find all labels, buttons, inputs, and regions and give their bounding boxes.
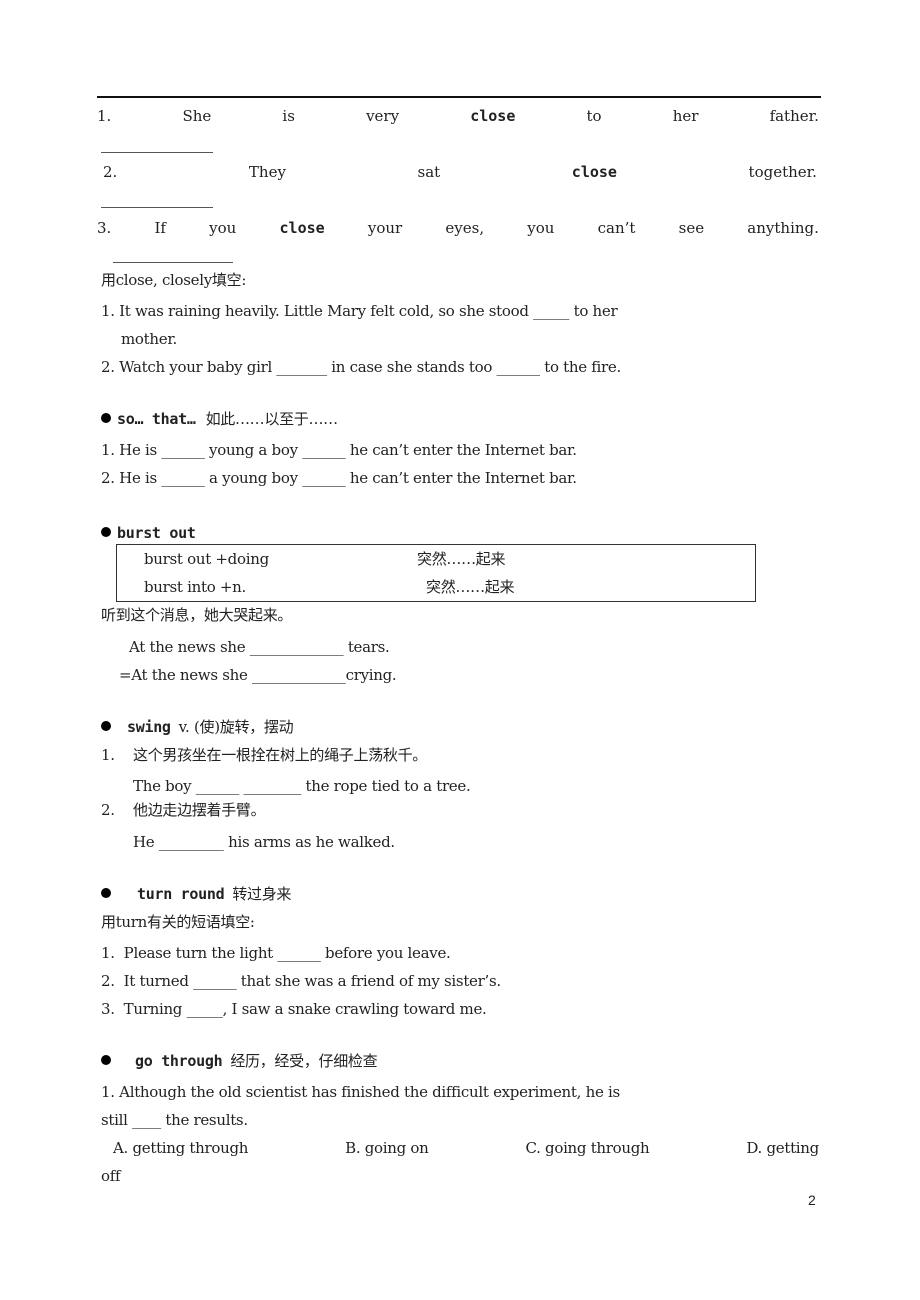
close-exercise-2: 2. Watch your baby girl _______ in case … [101, 358, 621, 376]
example-word: her [672, 107, 699, 125]
burst-table-meaning-2: 突然……起来 [426, 578, 515, 596]
example-word: They [248, 163, 286, 181]
turn-item-2: 2. It turned ______ that she was a frien… [101, 972, 501, 990]
option-a[interactable]: A. getting through [113, 1138, 248, 1158]
burst-out-heading: burst out [101, 523, 196, 543]
go-through-question-line2: still ____ the results. [101, 1111, 248, 1129]
swing-heading: swing v. (使)旋转，摆动 [101, 717, 294, 737]
example-word: father. [769, 107, 819, 125]
close-example-1: 1. She is very close to her father. [97, 106, 819, 126]
example-word: is [282, 107, 295, 125]
page-number: 2 [808, 1192, 816, 1208]
example-word: 1. [97, 107, 112, 125]
swing-item-1-cn: 这个男孩坐在一根拴在树上的绳子上荡秋千。 [133, 746, 428, 764]
burst-answer-2: =At the news she _____________crying. [119, 666, 397, 684]
example-word: eyes, [445, 219, 485, 237]
example-word: very [366, 107, 400, 125]
close-example-3: 3. If you close your eyes, you can’t see anything… [97, 218, 819, 238]
burst-table-phrase-1: burst out +doing [144, 550, 269, 568]
document-page: 1. She is very close to her father. 2. They sat cl… [0, 0, 920, 1300]
example-word: She [182, 107, 212, 125]
example-word: you [527, 219, 555, 237]
header-rule [97, 96, 821, 98]
turn-round-heading: turn round 转过身来 [101, 884, 291, 904]
so-that-heading: so… that… 如此……以至于…… [101, 409, 338, 429]
answer-blank [113, 262, 233, 263]
bullet-icon [101, 888, 111, 898]
example-word: sat [417, 163, 441, 181]
bullet-icon [101, 721, 111, 731]
swing-item-2-cn: 他边走边摆着手臂。 [133, 801, 266, 819]
swing-item-2-en: He _________ his arms as he walked. [133, 833, 395, 851]
swing-item-1-en: The boy ______ ________ the rope tied to… [133, 777, 471, 795]
go-through-options: A. getting through B. going on C. going … [113, 1138, 819, 1158]
bullet-icon [101, 413, 111, 423]
option-c[interactable]: C. going through [525, 1138, 649, 1158]
example-word: see [678, 219, 705, 237]
example-word: If [154, 219, 166, 237]
go-through-heading: go through 经历，经受，仔细检查 [101, 1051, 378, 1071]
turn-instruction: 用turn有关的短语填空: [101, 913, 255, 931]
example-word: can’t [597, 219, 636, 237]
turn-item-1: 1. Please turn the light ______ before y… [101, 944, 451, 962]
example-word: you [209, 219, 237, 237]
swing-item-2-num: 2. [101, 801, 115, 819]
example-word: 2. [103, 163, 118, 181]
example-word: 3. [97, 219, 112, 237]
example-word: together. [748, 163, 817, 181]
burst-answer-1: At the news she _____________ tears. [129, 638, 390, 656]
bullet-icon [101, 527, 111, 537]
option-d[interactable]: D. getting [746, 1138, 819, 1158]
answer-blank [101, 207, 213, 208]
option-d-wrap: off [101, 1167, 121, 1185]
bullet-icon [101, 1055, 111, 1065]
example-word: to [586, 107, 602, 125]
example-word: anything. [747, 219, 819, 237]
so-that-item-2: 2. He is ______ a young boy ______ he ca… [101, 469, 577, 487]
burst-table-meaning-1: 突然……起来 [417, 550, 506, 568]
go-through-question-line1: 1. Although the old scientist has finish… [101, 1083, 620, 1101]
keyword-close: close [470, 107, 516, 125]
turn-item-3: 3. Turning _____, I saw a snake crawling… [101, 1000, 487, 1018]
option-b[interactable]: B. going on [345, 1138, 429, 1158]
keyword-close: close [571, 163, 617, 181]
so-that-item-1: 1. He is ______ young a boy ______ he ca… [101, 441, 577, 459]
swing-item-1-num: 1. [101, 746, 115, 764]
burst-table-phrase-2: burst into +n. [144, 578, 247, 596]
keyword-close: close [279, 219, 325, 237]
close-exercise-1-wrap: mother. [121, 330, 178, 348]
example-word: your [367, 219, 403, 237]
close-exercise-1: 1. It was raining heavily. Little Mary f… [101, 302, 618, 320]
burst-prompt-cn: 听到这个消息，她大哭起来。 [101, 606, 293, 624]
answer-blank [101, 152, 213, 153]
close-instruction: 用close, closely填空: [101, 271, 247, 289]
close-example-2: 2. They sat close together. [103, 162, 817, 182]
